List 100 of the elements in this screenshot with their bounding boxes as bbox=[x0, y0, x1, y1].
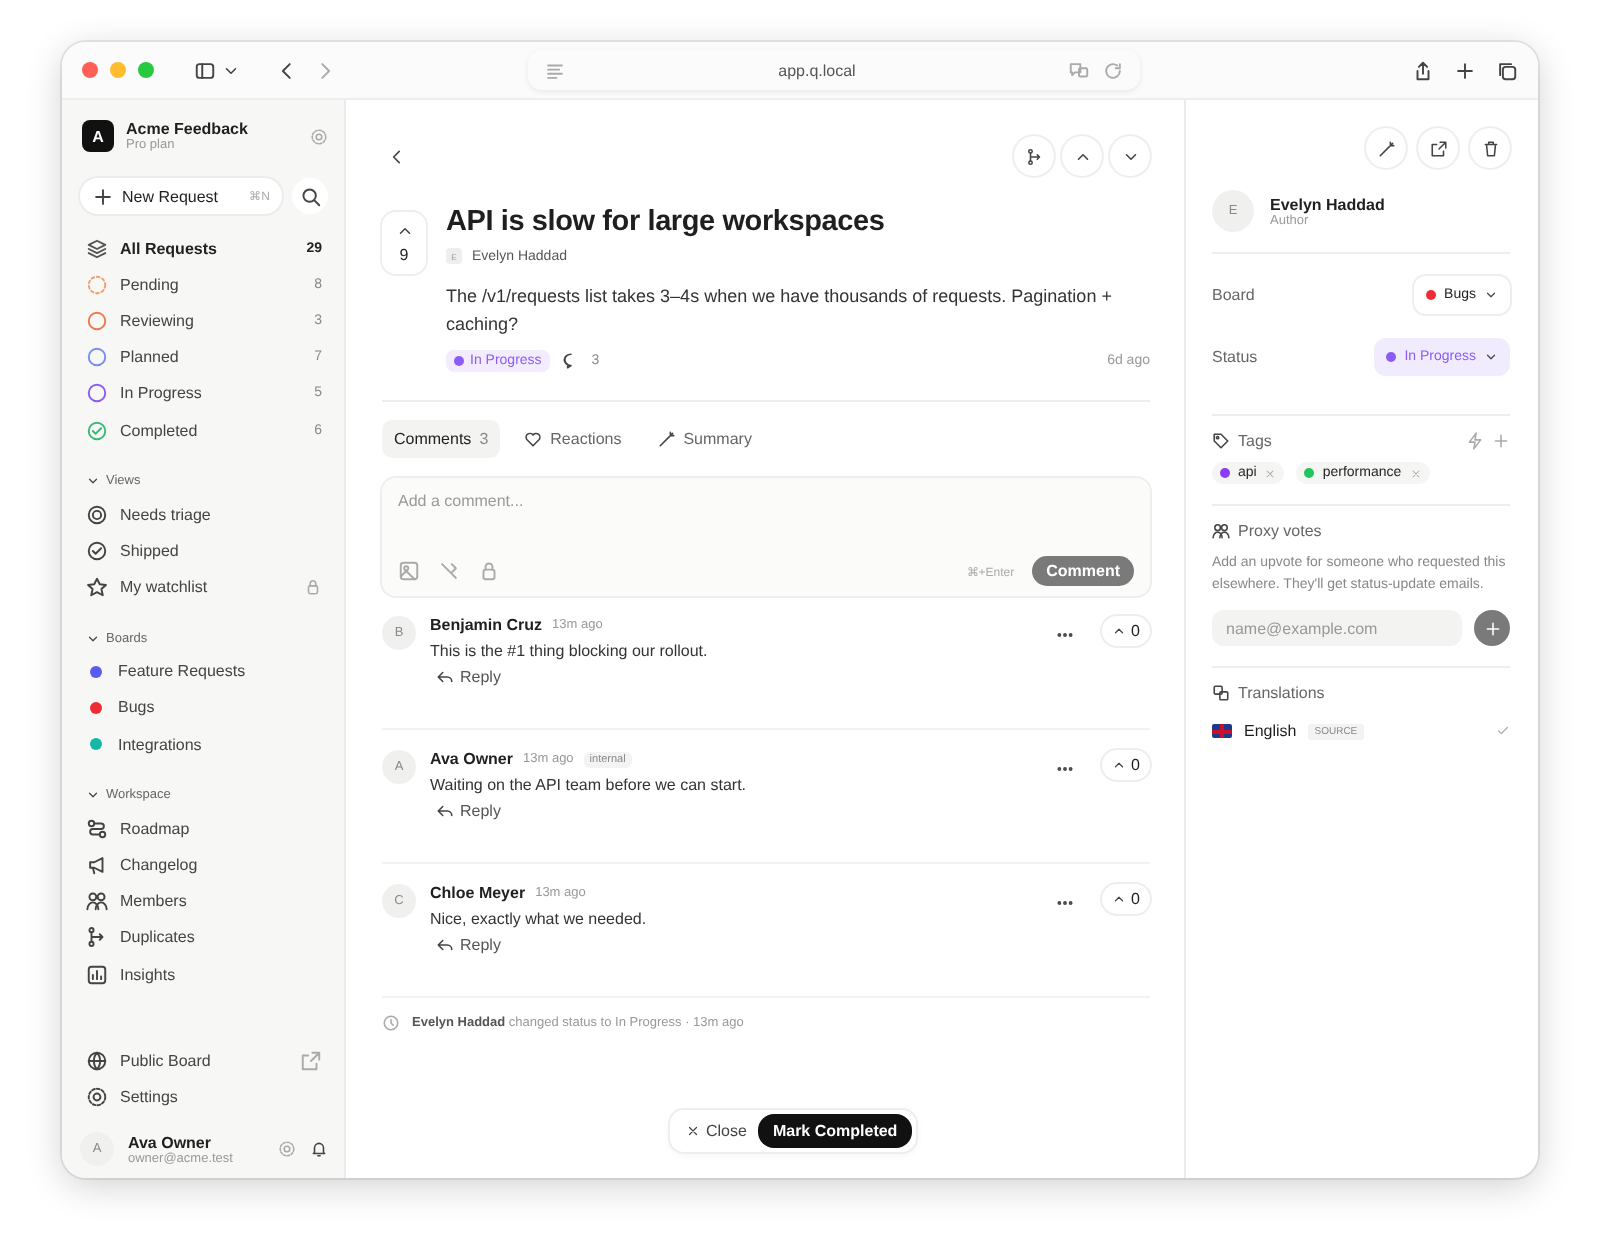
delete-button[interactable] bbox=[1470, 128, 1510, 168]
people-icon bbox=[1212, 522, 1230, 540]
sidebar-item[interactable]: Integrations bbox=[80, 726, 328, 763]
tab[interactable]: Reactions bbox=[512, 420, 634, 458]
sidebar-icon bbox=[194, 59, 216, 81]
upvote-icon bbox=[395, 222, 413, 240]
search-button[interactable] bbox=[292, 178, 328, 214]
remove-icon bbox=[1409, 467, 1422, 479]
user-name: Ava Owner bbox=[128, 1133, 213, 1151]
search-icon bbox=[299, 185, 321, 207]
address-bar[interactable]: app.q.local bbox=[528, 50, 1140, 90]
upvote-icon bbox=[1111, 624, 1126, 638]
remove-icon bbox=[1264, 467, 1277, 479]
field-label: Status bbox=[1212, 347, 1258, 365]
chevron-icon bbox=[86, 474, 100, 489]
tab[interactable]: Summary bbox=[645, 420, 764, 458]
sidebar-item[interactable]: Changelog bbox=[80, 846, 328, 884]
upvote-icon bbox=[1111, 758, 1126, 772]
add-icon bbox=[1492, 432, 1510, 450]
translate-icon bbox=[1068, 59, 1090, 81]
flag-icon bbox=[1212, 724, 1232, 738]
reply-icon bbox=[436, 802, 454, 820]
new-tab-icon bbox=[1454, 59, 1476, 81]
branch-icon bbox=[1025, 147, 1043, 165]
upvote-button[interactable]: 0 bbox=[1101, 616, 1150, 646]
sidebar-item[interactable]: Roadmap bbox=[80, 810, 328, 847]
reply-icon bbox=[436, 668, 454, 686]
plus-icon bbox=[92, 185, 114, 207]
globe-icon bbox=[86, 1050, 108, 1073]
chevron-icon bbox=[86, 788, 100, 803]
sidebar-item[interactable]: Members bbox=[80, 883, 328, 920]
workspace-logo: A bbox=[82, 120, 114, 152]
section-title: Proxy votes bbox=[1238, 522, 1322, 540]
language-name: English bbox=[1244, 722, 1297, 740]
tabs-icon bbox=[1496, 59, 1518, 81]
reply-icon bbox=[436, 936, 454, 954]
commenter-name: Benjamin Cruz bbox=[430, 616, 543, 634]
tag-icon bbox=[1212, 432, 1230, 450]
section-title: Translations bbox=[1238, 684, 1325, 702]
reply-button[interactable]: Reply bbox=[436, 668, 1038, 686]
upvote-button[interactable]: 0 bbox=[1101, 750, 1150, 780]
image-icon bbox=[398, 560, 420, 582]
settings-icon bbox=[86, 1086, 108, 1109]
sidebar-item[interactable]: My watchlist bbox=[80, 569, 328, 606]
comment-text: This is the #1 thing blocking our rollout. bbox=[430, 642, 710, 660]
sidebar-item[interactable]: Bugs bbox=[80, 689, 328, 727]
url-text: app.q.local bbox=[776, 61, 858, 79]
sidebar-toggle-button[interactable] bbox=[194, 59, 240, 81]
history-icon bbox=[382, 1014, 400, 1032]
author-name: Evelyn Haddad bbox=[1270, 195, 1387, 213]
sidebar-item[interactable]: Shipped bbox=[80, 532, 328, 569]
merge-button[interactable] bbox=[1014, 136, 1054, 176]
workspace-name: Acme Feedback bbox=[126, 120, 250, 138]
bolt-icon bbox=[1466, 432, 1484, 450]
upvote-button[interactable]: 0 bbox=[1101, 884, 1150, 914]
comment-text: Nice, exactly what we needed. bbox=[430, 910, 649, 928]
sidebar-item[interactable]: Feature Requests bbox=[80, 653, 328, 690]
upvote-button[interactable]: 9 bbox=[382, 212, 426, 274]
reader-icon bbox=[544, 59, 566, 81]
sidebar-item[interactable]: Duplicates bbox=[80, 919, 328, 956]
external-link-icon bbox=[300, 1050, 322, 1073]
email-input[interactable]: name@example.com bbox=[1212, 610, 1462, 646]
share-icon bbox=[1412, 59, 1434, 81]
plus-icon bbox=[1483, 619, 1501, 637]
chart-icon bbox=[86, 963, 108, 986]
theme-icon bbox=[278, 1140, 296, 1158]
back-icon bbox=[387, 147, 405, 165]
open-button[interactable] bbox=[1418, 128, 1458, 168]
check-circle-icon bbox=[86, 539, 108, 562]
sidebar-item[interactable]: Insights bbox=[80, 956, 328, 993]
add-vote-button[interactable] bbox=[1474, 610, 1510, 646]
request-title: API is slow for large workspaces bbox=[446, 206, 887, 238]
commenter-name: Chloe Meyer bbox=[430, 884, 526, 902]
mark-completed-button[interactable]: Mark Completed bbox=[758, 1114, 912, 1148]
external-link-icon bbox=[1429, 139, 1447, 157]
trash-icon bbox=[1481, 139, 1499, 157]
field-label: Board bbox=[1212, 285, 1255, 303]
sidebar-item[interactable]: Settings bbox=[80, 1079, 328, 1116]
close-icon bbox=[686, 1124, 700, 1138]
translate-icon bbox=[1212, 684, 1230, 702]
request-description: The /v1/requests list takes 3–4s when we have thousands of requests. Pagination + caching? bbox=[446, 284, 1114, 338]
reload-icon bbox=[1102, 59, 1124, 81]
people-icon bbox=[86, 890, 108, 913]
notifications-icon bbox=[310, 1140, 328, 1158]
reply-button[interactable]: Reply bbox=[436, 802, 1038, 820]
commenter-name: Ava Owner bbox=[430, 750, 513, 768]
tab[interactable]: Comments 3 bbox=[382, 420, 501, 458]
reply-button[interactable]: Reply bbox=[436, 936, 1038, 954]
chevron-down-icon bbox=[1484, 287, 1498, 301]
magic-button[interactable] bbox=[1366, 128, 1406, 168]
sidebar-item[interactable]: Public Board bbox=[80, 1043, 328, 1080]
comment-button[interactable]: Comment bbox=[1032, 556, 1134, 586]
chevron-down-icon bbox=[1484, 349, 1498, 363]
wand-icon bbox=[1377, 139, 1395, 157]
lock-icon bbox=[478, 560, 500, 582]
megaphone-icon bbox=[86, 854, 108, 877]
sidebar-item[interactable]: Needs triage bbox=[80, 496, 328, 533]
close-button[interactable]: Close bbox=[686, 1122, 747, 1140]
chevron-icon bbox=[86, 631, 100, 646]
route-icon bbox=[86, 817, 108, 840]
